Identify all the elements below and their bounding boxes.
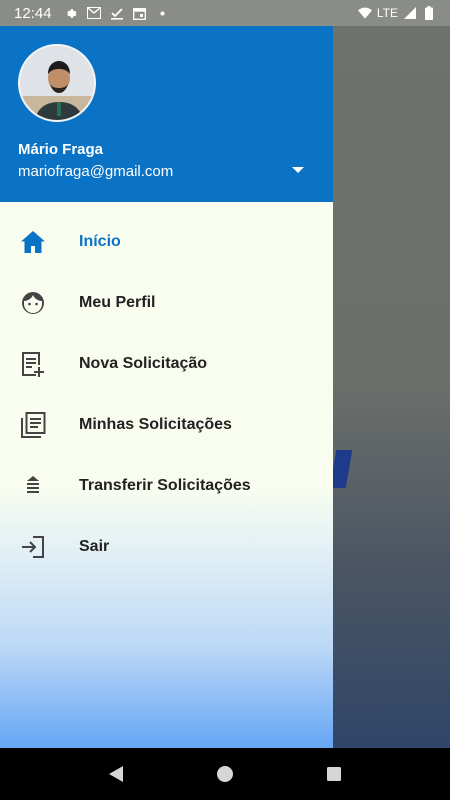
- menu-label: Sair: [79, 537, 110, 555]
- profile-face-icon: [18, 288, 48, 318]
- menu-item-transferir-solicitacoes[interactable]: Transferir Solicitações: [0, 455, 333, 516]
- menu-item-meu-perfil[interactable]: Meu Perfil: [0, 272, 333, 333]
- battery-icon: [422, 6, 436, 20]
- drawer-menu: Início Meu Perfil Nova Solicitação Minha…: [0, 211, 333, 577]
- system-navigation-bar: [0, 748, 450, 800]
- network-type: LTE: [376, 6, 398, 20]
- home-icon: [18, 227, 48, 257]
- menu-label: Meu Perfil: [79, 293, 156, 311]
- drawer-header: Mário Fraga mariofraga@gmail.com: [0, 26, 333, 202]
- menu-item-nova-solicitacao[interactable]: Nova Solicitação: [0, 333, 333, 394]
- menu-label: Minhas Solicitações: [79, 415, 232, 433]
- new-request-icon: [18, 349, 48, 379]
- menu-label: Transferir Solicitações: [79, 476, 251, 494]
- back-icon[interactable]: [106, 764, 126, 784]
- menu-item-sair[interactable]: Sair: [0, 516, 333, 577]
- user-email: mariofraga@gmail.com: [18, 163, 174, 180]
- system-status-icons: LTE: [357, 0, 436, 26]
- recents-icon[interactable]: [324, 764, 344, 784]
- status-time: 12:44: [14, 4, 52, 22]
- profile-photo-icon: [20, 46, 94, 120]
- dot-icon: [156, 6, 170, 20]
- logout-icon: [18, 532, 48, 562]
- menu-label: Início: [79, 232, 121, 250]
- signal-icon: [403, 6, 417, 20]
- wifi-icon: [357, 6, 372, 20]
- notification-icons: [64, 6, 170, 20]
- account-dropdown-icon[interactable]: [292, 167, 304, 173]
- background-logo-fragment: [329, 450, 353, 488]
- user-name: Mário Fraga: [18, 141, 104, 158]
- gmail-icon: [86, 6, 101, 20]
- menu-label: Nova Solicitação: [79, 354, 208, 372]
- my-requests-icon: [18, 410, 48, 440]
- menu-item-minhas-solicitacoes[interactable]: Minhas Solicitações: [0, 394, 333, 455]
- status-bar: 12:44 LTE: [0, 0, 450, 26]
- navigation-drawer: Mário Fraga mariofraga@gmail.com Início …: [0, 26, 333, 748]
- menu-item-inicio[interactable]: Início: [0, 211, 333, 272]
- home-circle-icon[interactable]: [215, 764, 235, 784]
- check-icon: [110, 6, 124, 20]
- settings-icon: [64, 6, 78, 20]
- transfer-icon: [18, 471, 48, 501]
- avatar[interactable]: [18, 44, 96, 122]
- calendar-icon: [133, 6, 147, 20]
